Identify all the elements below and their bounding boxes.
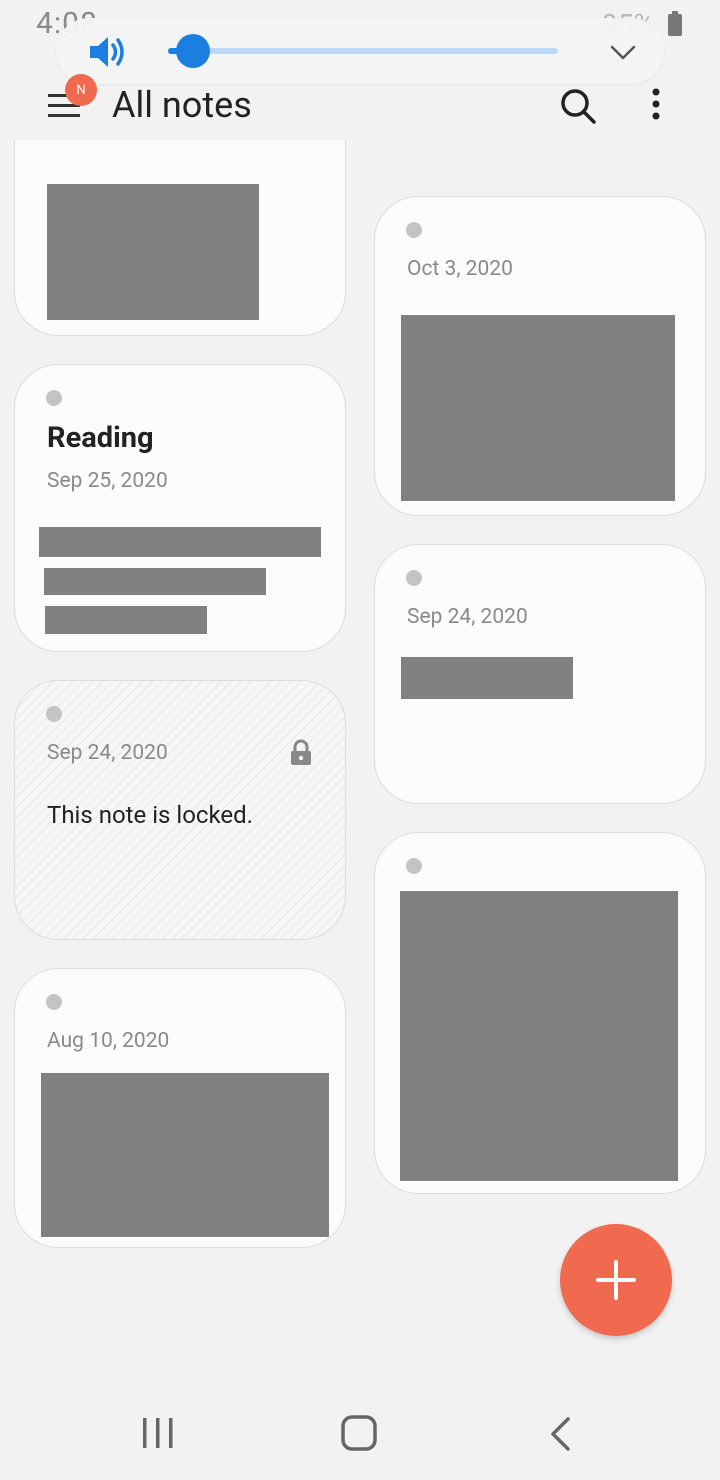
recent-apps-icon[interactable] <box>140 1416 176 1450</box>
note-title: Reading <box>47 421 154 455</box>
note-image-redacted <box>401 315 675 501</box>
note-text-redacted <box>45 606 207 634</box>
note-card-sep24[interactable]: Sep 24, 2020 <box>374 544 706 804</box>
note-image-redacted <box>41 1073 329 1237</box>
note-card-locked[interactable]: Sep 24, 2020 This note is locked. <box>14 680 346 940</box>
note-date: Sep 24, 2020 <box>407 605 528 629</box>
note-image-redacted <box>400 891 678 1181</box>
home-icon[interactable] <box>340 1414 378 1452</box>
note-date: Aug 10, 2020 <box>47 1029 170 1053</box>
note-card-image[interactable] <box>374 832 706 1194</box>
more-options-icon[interactable] <box>646 86 666 126</box>
note-image-redacted <box>47 184 259 320</box>
notification-badge: N <box>65 74 97 106</box>
note-text-redacted <box>401 657 573 699</box>
note-card-reading[interactable]: Reading Sep 25, 2020 <box>14 364 346 652</box>
search-icon[interactable] <box>558 86 598 126</box>
note-dot <box>406 570 422 586</box>
note-date: Oct 3, 2020 <box>407 257 513 281</box>
add-note-button[interactable] <box>560 1224 672 1336</box>
plus-icon <box>596 1260 636 1300</box>
note-date: Sep 25, 2020 <box>47 469 168 493</box>
chevron-down-icon[interactable] <box>608 38 638 66</box>
note-dot <box>406 858 422 874</box>
note-card-oct[interactable]: Oct 3, 2020 <box>374 196 706 516</box>
locked-message: This note is locked. <box>47 801 253 829</box>
note-card-partial[interactable] <box>14 140 346 336</box>
lock-icon <box>291 739 311 765</box>
volume-panel <box>56 18 664 84</box>
note-dot <box>46 706 62 722</box>
note-dot <box>46 994 62 1010</box>
note-card-aug[interactable]: Aug 10, 2020 <box>14 968 346 1248</box>
note-date: Sep 24, 2020 <box>47 741 168 765</box>
speaker-icon[interactable] <box>86 32 130 72</box>
battery-icon <box>668 10 682 36</box>
note-dot <box>406 222 422 238</box>
note-text-redacted <box>44 568 266 595</box>
back-icon[interactable] <box>548 1416 574 1452</box>
page-title: All notes <box>112 84 252 126</box>
note-text-redacted <box>39 527 321 557</box>
volume-slider-track[interactable] <box>168 48 558 54</box>
volume-slider-thumb[interactable] <box>176 34 210 68</box>
note-dot <box>46 390 62 406</box>
